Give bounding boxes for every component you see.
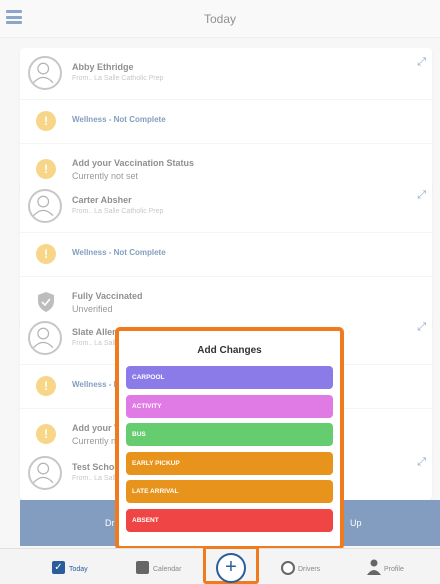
person-icon bbox=[367, 559, 381, 575]
late-arrival-option[interactable]: LATE ARRIVAL bbox=[126, 480, 333, 503]
add-change-button[interactable]: + bbox=[216, 553, 246, 583]
calendar-icon bbox=[136, 561, 149, 574]
carpool-option[interactable]: CARPOOL bbox=[126, 366, 333, 389]
absent-option[interactable]: ABSENT bbox=[126, 509, 333, 532]
activity-option[interactable]: ACTIVITY bbox=[126, 395, 333, 418]
checkbox-icon: ✓ bbox=[52, 561, 65, 574]
early-pickup-option[interactable]: EARLY PICKUP bbox=[126, 452, 333, 475]
nav-today-label: Today bbox=[69, 566, 88, 573]
modal-title: Add Changes bbox=[197, 345, 262, 356]
steering-wheel-icon bbox=[281, 561, 295, 575]
nav-profile-label: Profile bbox=[384, 566, 404, 573]
nav-drivers-label: Drivers bbox=[298, 566, 321, 573]
add-changes-modal: Add Changes CARPOOL ACTIVITY BUS EARLY P… bbox=[115, 327, 344, 550]
bus-option[interactable]: BUS bbox=[126, 423, 333, 446]
nav-calendar-label: Calendar bbox=[153, 566, 182, 573]
add-change-button-highlight: + bbox=[203, 546, 259, 584]
